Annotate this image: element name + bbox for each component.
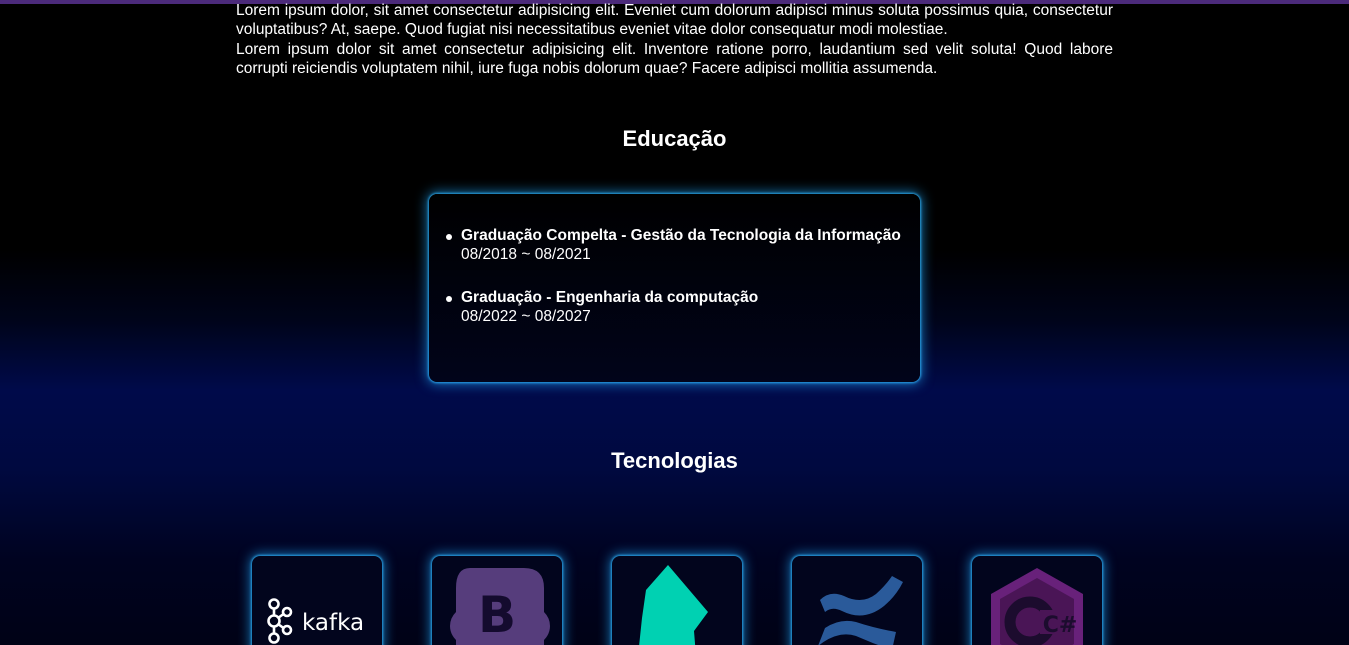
intro-paragraph-2: Lorem ipsum dolor sit amet consectetur a…: [236, 40, 1113, 77]
kafka-icon: kafka: [267, 598, 364, 644]
csharp-logo-text: C#: [1043, 613, 1078, 638]
kafka-logo-text: kafka: [302, 610, 364, 636]
csharp-icon: C#: [991, 568, 1083, 645]
tech-card-confluence[interactable]: [792, 556, 922, 645]
education-item: Graduação - Engenharia da computação 08/…: [444, 288, 901, 326]
education-title: Educação: [622, 126, 727, 151]
education-degree: Graduação - Engenharia da computação: [461, 289, 759, 306]
education-card: Graduação Compelta - Gestão da Tecnologi…: [429, 194, 920, 382]
education-degree: Graduação Compelta - Gestão da Tecnologi…: [461, 227, 901, 244]
technologies-title: Tecnologias: [611, 448, 738, 473]
intro-paragraph-1: Lorem ipsum dolor, sit amet consectetur …: [236, 2, 1113, 39]
education-item: Graduação Compelta - Gestão da Tecnologi…: [444, 226, 901, 264]
education-list: Graduação Compelta - Gestão da Tecnologi…: [444, 226, 901, 350]
bullet-icon: [446, 296, 452, 302]
bootstrap-icon: B: [450, 568, 550, 645]
technologies-row: kafka B C#: [0, 556, 1349, 645]
intro-text: Lorem ipsum dolor, sit amet consectetur …: [236, 1, 1113, 78]
tech-card-csharp[interactable]: C#: [972, 556, 1102, 645]
education-period: 08/2018 ~ 08/2021: [461, 246, 591, 263]
bullet-icon: [446, 234, 452, 240]
teal-logo-icon: [639, 565, 708, 645]
education-period: 08/2022 ~ 08/2027: [461, 308, 591, 325]
tech-card-kafka[interactable]: kafka: [252, 556, 382, 645]
tech-card-teal[interactable]: [612, 556, 742, 645]
tech-card-bootstrap[interactable]: B: [432, 556, 562, 645]
confluence-icon: [818, 576, 903, 645]
bootstrap-logo-letter: B: [478, 586, 516, 644]
